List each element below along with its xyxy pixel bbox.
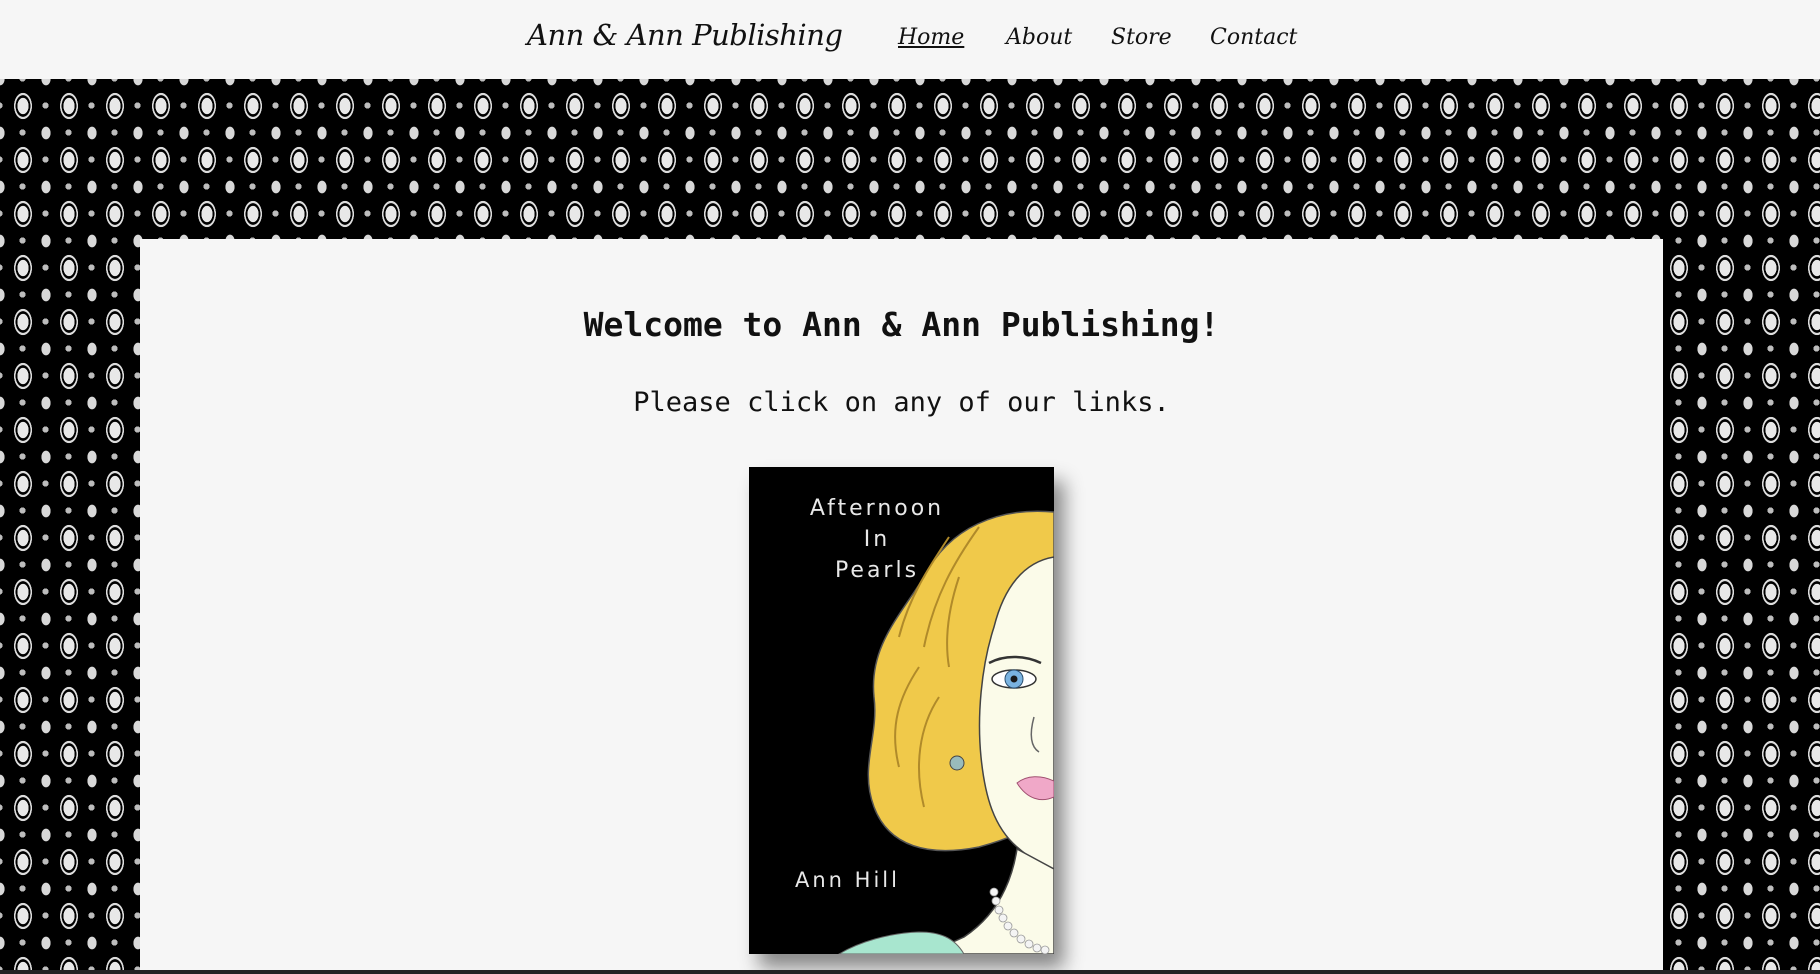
book-title-line: Pearls	[834, 558, 920, 583]
intro-text: Please click on any of our links.	[633, 387, 1170, 418]
book-author: Ann Hill	[795, 868, 900, 892]
bottom-edge	[0, 970, 1820, 974]
welcome-heading: Welcome to Ann & Ann Publishing!	[583, 305, 1220, 344]
nav-home-link[interactable]: Home	[898, 25, 964, 50]
nav-contact-link[interactable]: Contact	[1210, 25, 1297, 50]
nav-store-link[interactable]: Store	[1111, 25, 1172, 50]
main-content-panel: Welcome to Ann & Ann Publishing! Please …	[140, 239, 1663, 974]
book-cover-image[interactable]: Afternoon In Pearls Ann Hill	[749, 467, 1054, 954]
book-title-line: Afternoon	[809, 496, 945, 521]
brand-logo-link[interactable]: Ann & Ann Publishing	[527, 18, 843, 52]
book-title-line: In	[863, 527, 891, 552]
book-title: Afternoon In Pearls	[749, 493, 1005, 586]
nav-about-link[interactable]: About	[1006, 25, 1072, 50]
top-navbar: Ann & Ann Publishing Home About Store Co…	[0, 0, 1820, 79]
